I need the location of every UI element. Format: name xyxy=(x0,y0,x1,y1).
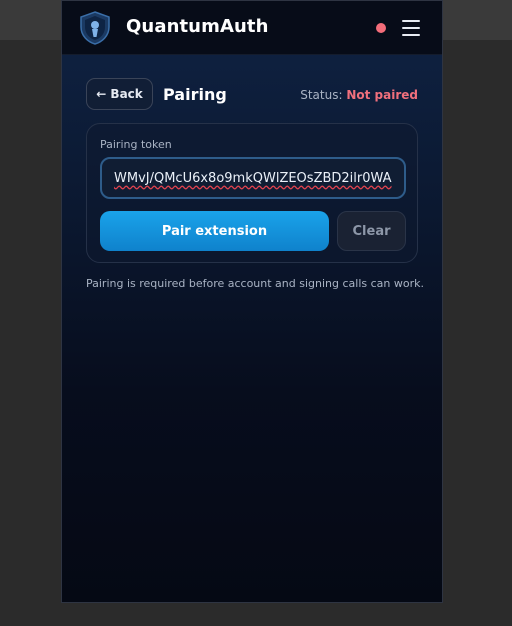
extension-popup: QuantumAuth ← Back Pairing Status: Not p… xyxy=(61,0,443,603)
back-button[interactable]: ← Back xyxy=(86,78,153,110)
clear-button[interactable]: Clear xyxy=(337,211,406,251)
status-value: Not paired xyxy=(346,88,418,102)
connection-status-dot xyxy=(376,23,386,33)
hamburger-menu-icon[interactable] xyxy=(402,20,420,36)
page-title: Pairing xyxy=(163,85,227,104)
shield-logo-icon xyxy=(80,11,110,45)
token-field-label: Pairing token xyxy=(100,138,172,151)
token-value: WMvJ/QMcU6x8o9mkQWlZEOsZBD2ilr0WA xyxy=(114,170,392,186)
header-bar: QuantumAuth xyxy=(62,1,442,55)
browser-strip-left xyxy=(0,0,62,40)
status-label: Status: xyxy=(300,88,343,102)
app-title: QuantumAuth xyxy=(126,16,269,37)
pairing-hint-text: Pairing is required before account and s… xyxy=(86,277,424,290)
browser-strip-right xyxy=(443,0,512,40)
pairing-status: Status: Not paired xyxy=(300,88,418,102)
pairing-token-input[interactable]: WMvJ/QMcU6x8o9mkQWlZEOsZBD2ilr0WA xyxy=(100,157,406,199)
pair-extension-button[interactable]: Pair extension xyxy=(100,211,329,251)
pairing-card: Pairing token WMvJ/QMcU6x8o9mkQWlZEOsZBD… xyxy=(86,123,418,263)
